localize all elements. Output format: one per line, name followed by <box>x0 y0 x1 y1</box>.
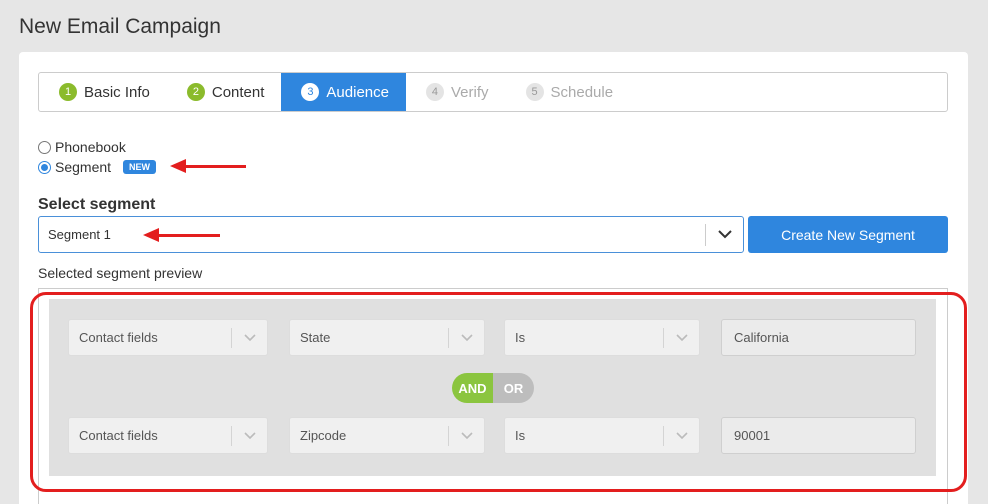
annotation-arrow-icon <box>170 159 246 173</box>
page-title: New Email Campaign <box>19 15 221 38</box>
wizard-steps: 1 Basic Info 2 Content 3 Audience 4 Veri… <box>38 72 948 112</box>
step-label: Basic Info <box>84 83 150 101</box>
radio-phonebook-row[interactable]: Phonebook <box>38 137 156 157</box>
step-label: Audience <box>326 83 389 101</box>
step-audience[interactable]: 3 Audience <box>281 73 406 111</box>
radio-segment-row[interactable]: Segment NEW <box>38 157 157 177</box>
audience-type-group: Phonebook Segment NEW <box>38 137 157 177</box>
step-schedule[interactable]: 5 Schedule <box>506 73 631 111</box>
select-segment-label: Select segment <box>38 196 156 213</box>
step-number: 2 <box>186 83 205 101</box>
step-basic-info[interactable]: 1 Basic Info <box>39 73 167 111</box>
step-number: 1 <box>59 83 77 101</box>
annotation-highlight-box <box>30 292 967 492</box>
annotation-arrow-icon <box>143 228 220 242</box>
radio-label: Phonebook <box>55 139 126 155</box>
step-verify[interactable]: 4 Verify <box>406 73 506 111</box>
chevron-down-icon[interactable] <box>706 230 743 239</box>
step-label: Schedule <box>550 83 614 101</box>
step-number: 4 <box>425 83 444 101</box>
step-number: 3 <box>301 83 320 101</box>
step-label: Content <box>211 83 265 101</box>
preview-label: Selected segment preview <box>38 265 203 281</box>
radio-segment[interactable] <box>38 160 51 174</box>
create-new-segment-button[interactable]: Create New Segment <box>748 216 948 253</box>
segment-select-value: Segment 1 <box>48 227 111 242</box>
new-badge: NEW <box>123 160 157 174</box>
radio-phonebook[interactable] <box>38 140 51 154</box>
step-content[interactable]: 2 Content <box>167 73 282 111</box>
radio-label: Segment <box>55 159 112 175</box>
step-number: 5 <box>525 83 544 101</box>
step-label: Verify <box>450 83 489 101</box>
campaign-card: 1 Basic Info 2 Content 3 Audience 4 Veri… <box>19 52 968 504</box>
